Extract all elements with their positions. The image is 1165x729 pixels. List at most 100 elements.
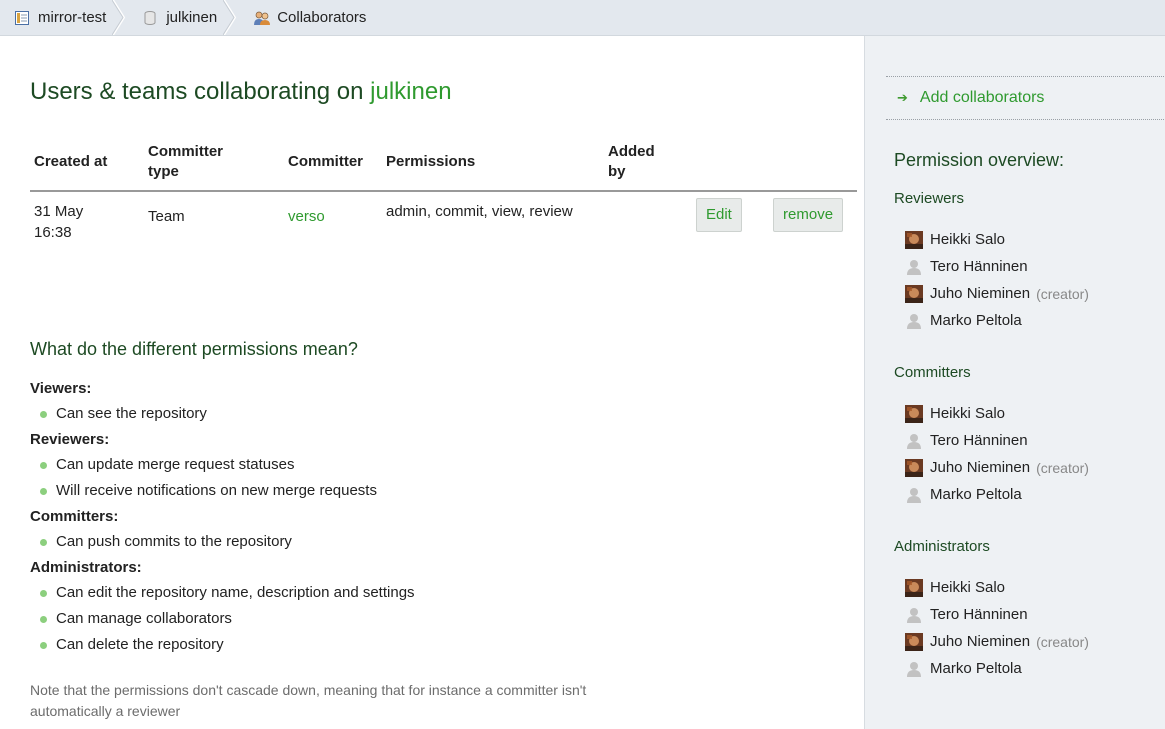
list-item: Can update merge request statuses: [30, 452, 650, 478]
perm-group-reviewers: Reviewers:: [30, 431, 110, 448]
breadcrumb-label: Collaborators: [277, 9, 367, 26]
page-title-text: Users & teams collaborating on: [30, 78, 371, 105]
header-committer-type: Committer type: [144, 134, 284, 192]
permission-group-reviewers: Reviewers Heikki Salo Tero Hänninen Juho Ni…: [894, 190, 1154, 334]
perm-group-administrators: Administrators:: [30, 559, 142, 576]
list-item-text: Will receive notifications on new merge …: [56, 482, 377, 499]
main-content: Users & teams collaborating on julkinen …: [0, 36, 864, 729]
breadcrumb-label: mirror-test: [38, 9, 107, 26]
header-created-at: Created at: [30, 134, 144, 192]
member-item[interactable]: Tero Hänninen: [894, 601, 1154, 628]
breadcrumb-label: julkinen: [166, 9, 218, 26]
member-item[interactable]: Juho Nieminen (creator): [894, 628, 1154, 655]
member-item[interactable]: Tero Hänninen: [894, 253, 1154, 280]
avatar: [905, 230, 923, 249]
avatar: [905, 284, 923, 303]
cell-permissions: admin, commit, view, review: [382, 191, 604, 243]
bullet-icon: [40, 461, 47, 469]
permission-group-title: Committers: [894, 364, 971, 381]
permission-overview-title: Permission overview:: [894, 150, 1065, 170]
creator-tag: (creator): [1036, 633, 1089, 650]
permission-group-title: Reviewers: [894, 190, 965, 207]
header-permissions: Permissions: [382, 134, 604, 192]
member-item[interactable]: Juho Nieminen (creator): [894, 280, 1154, 307]
bullet-icon: [40, 538, 47, 546]
member-item[interactable]: Heikki Salo: [894, 574, 1154, 601]
cell-created-at: 31 May 16:38: [30, 191, 144, 243]
edit-button[interactable]: Edit: [696, 198, 742, 232]
member-item[interactable]: Tero Hänninen: [894, 427, 1154, 454]
perm-group-committers: Committers:: [30, 508, 119, 525]
list-item-text: Can edit the repository name, descriptio…: [56, 584, 415, 601]
collaborators-table: Created at Committer type Committer Perm…: [30, 134, 857, 243]
default-avatar-icon: [905, 257, 923, 276]
member-name: Marko Peltola: [930, 486, 1022, 503]
sidebar: ➔ Add collaborators Permission overview:…: [864, 36, 1165, 729]
permissions-help-list: Viewers: Can see the repository Reviewer…: [30, 376, 650, 658]
member-name: Heikki Salo: [930, 231, 1006, 248]
member-name: Heikki Salo: [930, 405, 1006, 422]
bullet-icon: [40, 641, 47, 649]
bullet-icon: [40, 615, 47, 623]
default-avatar-icon: [905, 431, 923, 450]
member-name: Juho Nieminen: [930, 459, 1031, 476]
header-committer: Committer: [284, 134, 382, 192]
member-name: Juho Nieminen: [930, 285, 1031, 302]
remove-button[interactable]: remove: [773, 198, 844, 232]
default-avatar-icon: [905, 605, 923, 624]
member-name: Heikki Salo: [930, 579, 1006, 596]
list-item: Can manage collaborators: [30, 606, 650, 632]
member-name: Marko Peltola: [930, 312, 1022, 329]
list-item-text: Can see the repository: [56, 405, 207, 422]
member-name: Juho Nieminen: [930, 633, 1031, 650]
avatar: [905, 632, 923, 651]
bullet-icon: [40, 487, 47, 495]
header-committer-type-label: Committer type: [148, 143, 224, 180]
member-item[interactable]: Marko Peltola: [894, 307, 1154, 334]
list-item-text: Can update merge request statuses: [56, 456, 295, 473]
breadcrumb-item-collaborators[interactable]: Collaborators: [231, 0, 380, 35]
avatar: [905, 458, 923, 477]
breadcrumb-item-project[interactable]: mirror-test: [14, 0, 126, 35]
bullet-icon: [40, 589, 47, 597]
collaborators-icon: [253, 10, 271, 26]
creator-tag: (creator): [1036, 459, 1089, 476]
permission-group-administrators: Administrators Heikki Salo Tero Hänninen Ju…: [894, 538, 1154, 682]
header-added-by: Added by: [604, 134, 692, 192]
member-item[interactable]: Heikki Salo: [894, 400, 1154, 427]
cell-actions: Edit remove: [692, 191, 857, 243]
page-title: Users & teams collaborating on julkinen: [30, 78, 452, 106]
breadcrumb: mirror-test julkinen Collaborators: [0, 0, 1165, 36]
cell-added-by: [604, 191, 692, 243]
avatar: [905, 404, 923, 423]
table-row: 31 May 16:38 Team verso admin, commit, v…: [30, 191, 857, 243]
breadcrumb-item-repository[interactable]: julkinen: [120, 0, 237, 35]
arrow-right-icon: ➔: [897, 90, 908, 105]
page-title-repo-link[interactable]: julkinen: [370, 78, 451, 105]
list-item: Can edit the repository name, descriptio…: [30, 580, 650, 606]
cell-committer-type: Team: [148, 208, 185, 225]
member-item[interactable]: Juho Nieminen (creator): [894, 454, 1154, 481]
list-item-text: Can manage collaborators: [56, 610, 232, 627]
member-item[interactable]: Heikki Salo: [894, 226, 1154, 253]
cell-committer: verso: [284, 191, 382, 243]
default-avatar-icon: [905, 659, 923, 678]
member-name: Tero Hänninen: [930, 606, 1028, 623]
repository-icon: [142, 10, 158, 26]
list-item-text: Can push commits to the repository: [56, 533, 292, 550]
table-header-row: Created at Committer type Committer Perm…: [30, 134, 857, 192]
creator-tag: (creator): [1036, 285, 1089, 302]
permission-group-committers: Committers Heikki Salo Tero Hänninen Juho N…: [894, 364, 1154, 508]
created-at-value: 31 May 16:38: [34, 203, 84, 241]
add-collaborators-link[interactable]: ➔ Add collaborators: [886, 76, 1165, 120]
permissions-note: Note that the permissions don't cascade …: [30, 682, 587, 719]
committer-link[interactable]: verso: [288, 208, 325, 225]
member-item[interactable]: Marko Peltola: [894, 655, 1154, 682]
list-item: Can delete the repository: [30, 632, 650, 658]
project-icon: [14, 10, 30, 26]
member-name: Tero Hänninen: [930, 258, 1028, 275]
member-item[interactable]: Marko Peltola: [894, 481, 1154, 508]
permissions-value: admin, commit, view, review: [386, 203, 573, 220]
default-avatar-icon: [905, 485, 923, 504]
bullet-icon: [40, 410, 47, 418]
